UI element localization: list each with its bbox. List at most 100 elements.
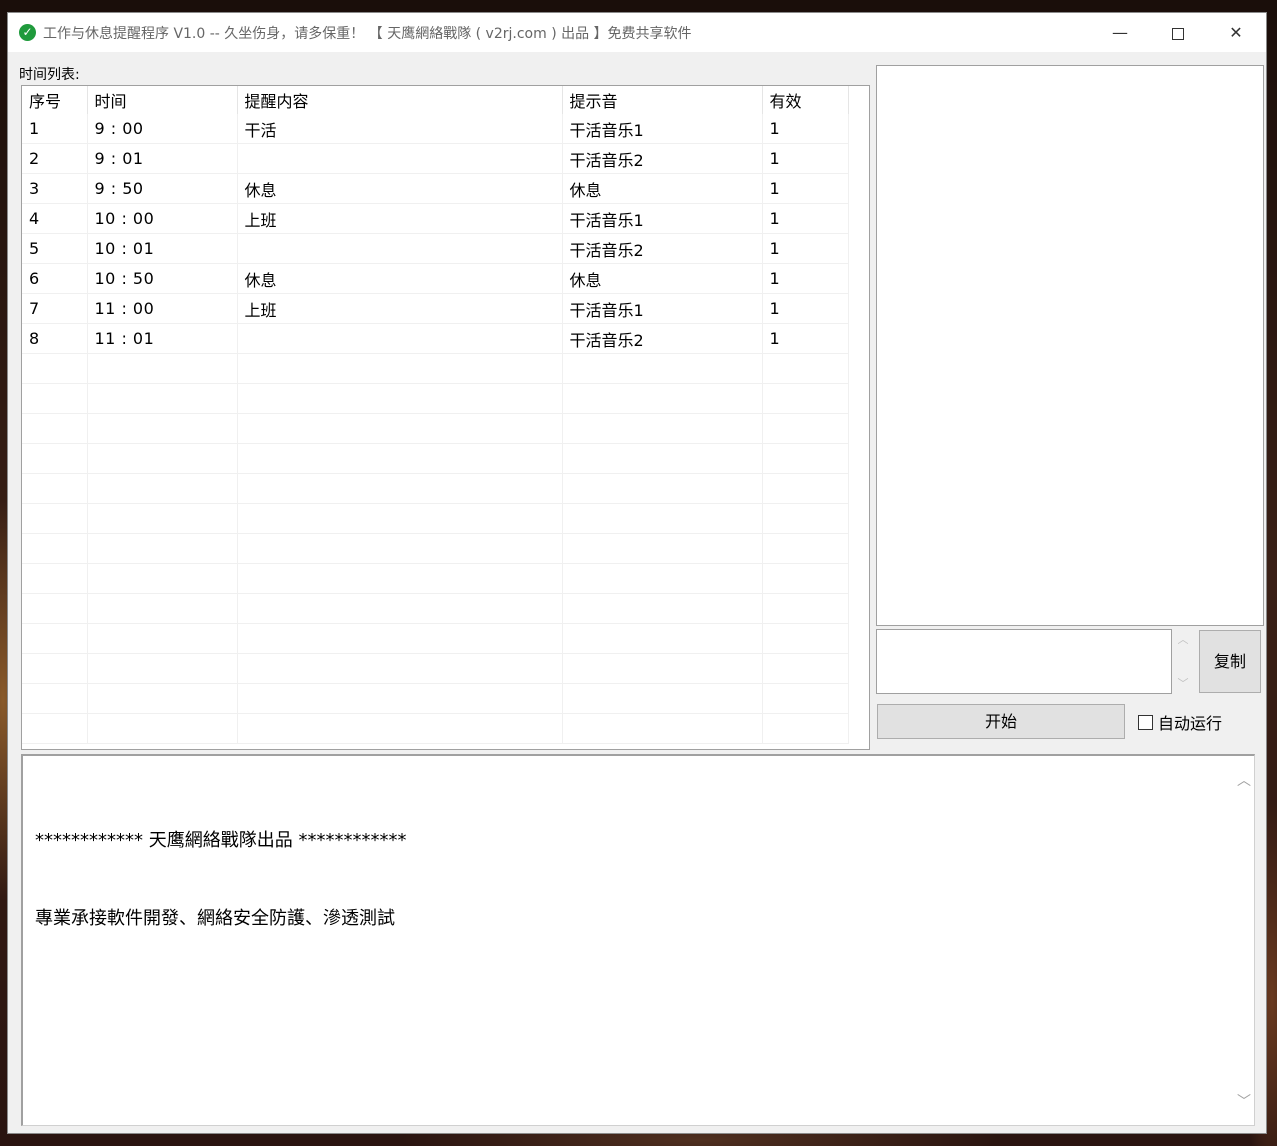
cell-content: 休息 — [237, 173, 563, 204]
cell-index — [22, 533, 88, 564]
log-text: ************ 天鹰網絡戰隊出品 ************ 專業承接軟… — [35, 776, 406, 984]
table-body: 19 : 00 干活 干活音乐1 1 2 9 : 01 干活音乐2 1 3 9 : 50 休息 休息 1… — [22, 114, 849, 744]
chevron-down-icon[interactable]: ﹀ — [1234, 1091, 1254, 1111]
window-title: 工作与休息提醒程序 V1.0 -- 久坐伤身，请多保重！ 【 天鹰網絡戰隊 ( … — [43, 26, 692, 42]
cell-index — [22, 713, 88, 744]
cell-enabled — [762, 593, 849, 624]
cell-enabled — [762, 653, 849, 684]
cell-sound — [562, 563, 763, 594]
cell-time: 9 : 50 — [87, 173, 238, 204]
table-row[interactable] — [22, 593, 849, 624]
table-row[interactable] — [22, 653, 849, 684]
column-header-time[interactable]: 时间 — [87, 86, 238, 114]
start-button[interactable]: 开始 — [877, 704, 1125, 739]
close-icon: ✕ — [1229, 23, 1243, 42]
cell-content — [237, 503, 563, 534]
cell-enabled: 1 — [762, 293, 849, 324]
cell-time — [87, 353, 238, 384]
cell-time — [87, 713, 238, 744]
chevron-up-icon[interactable]: ︿ — [1234, 770, 1254, 790]
cell-index: 7 — [22, 293, 88, 324]
cell-time — [87, 413, 238, 444]
table-row[interactable]: 6 10 : 50 休息 休息 1 — [22, 263, 849, 294]
checkbox-icon[interactable] — [1138, 715, 1153, 730]
column-header-content[interactable]: 提醒内容 — [237, 86, 563, 114]
cell-time: 11 : 01 — [87, 323, 238, 354]
maximize-icon — [1172, 27, 1184, 40]
cell-sound — [562, 413, 763, 444]
cell-enabled: 1 — [762, 233, 849, 264]
cell-enabled — [762, 533, 849, 564]
cell-sound: 干活音乐1 — [562, 293, 763, 324]
table-row[interactable] — [22, 383, 849, 414]
cell-time — [87, 503, 238, 534]
cell-sound — [562, 683, 763, 714]
cell-time: 10 : 50 — [87, 263, 238, 294]
title-bar[interactable]: ✓ 工作与休息提醒程序 V1.0 -- 久坐伤身，请多保重！ 【 天鹰網絡戰隊 … — [8, 13, 1266, 52]
cell-time: 11 : 00 — [87, 293, 238, 324]
cell-enabled: 1 — [762, 203, 849, 234]
cell-content — [237, 143, 563, 174]
table-row[interactable] — [22, 473, 849, 504]
table-row[interactable]: 39 : 50 休息 休息 1 — [22, 173, 849, 204]
chevron-down-icon[interactable]: ﹀ — [1173, 675, 1193, 691]
table-row[interactable] — [22, 413, 849, 444]
time-list-view[interactable]: 序号 时间 提醒内容 提示音 有效 19 : 00 干活 干活音乐1 1 2 9 : 01… — [21, 85, 870, 750]
table-row[interactable] — [22, 563, 849, 594]
cell-index — [22, 593, 88, 624]
table-row[interactable] — [22, 443, 849, 474]
table-row[interactable]: 29 : 01 干活音乐2 1 — [22, 143, 849, 174]
auto-run-checkbox[interactable]: 自动运行 — [1138, 710, 1222, 734]
cell-index: 1 — [22, 114, 88, 144]
log-textarea[interactable]: ************ 天鹰網絡戰隊出品 ************ 專業承接軟… — [21, 754, 1255, 1126]
cell-content: 休息 — [237, 263, 563, 294]
cell-sound: 干活音乐2 — [562, 323, 763, 354]
cell-time — [87, 533, 238, 564]
cell-content — [237, 353, 563, 384]
cell-sound: 休息 — [562, 173, 763, 204]
table-row[interactable] — [22, 713, 849, 744]
cell-time: 9 : 00 — [87, 114, 238, 144]
chevron-up-icon[interactable]: ︿ — [1173, 631, 1193, 647]
cell-index — [22, 443, 88, 474]
table-row[interactable]: 7 11 : 00 上班 干活音乐1 1 — [22, 293, 849, 324]
cell-content — [237, 473, 563, 504]
cell-time — [87, 683, 238, 714]
table-row[interactable] — [22, 683, 849, 714]
cell-enabled — [762, 713, 849, 744]
cell-index — [22, 623, 88, 654]
copy-button[interactable]: 复制 — [1199, 630, 1261, 693]
cell-time — [87, 563, 238, 594]
minimize-icon: — — [1112, 23, 1128, 42]
table-row[interactable] — [22, 533, 849, 564]
table-row[interactable]: 4 10 : 00 上班 干活音乐1 1 — [22, 203, 849, 234]
cell-content — [237, 593, 563, 624]
cell-sound — [562, 713, 763, 744]
output-scrollbar[interactable]: ︿ ﹀ — [1173, 629, 1193, 694]
table-row[interactable] — [22, 623, 849, 654]
column-header-index[interactable]: 序号 — [22, 86, 88, 114]
minimize-button[interactable]: — — [1091, 13, 1149, 52]
cell-enabled: 1 — [762, 263, 849, 294]
column-header-sound[interactable]: 提示音 — [562, 86, 763, 114]
cell-content — [237, 683, 563, 714]
close-button[interactable]: ✕ — [1207, 13, 1265, 52]
output-textbox[interactable] — [876, 629, 1172, 694]
column-header-enabled[interactable]: 有效 — [762, 86, 849, 114]
cell-index — [22, 413, 88, 444]
table-row[interactable]: 19 : 00 干活 干活音乐1 1 — [22, 114, 849, 144]
cell-index — [22, 353, 88, 384]
table-header-row: 序号 时间 提醒内容 提示音 有效 — [22, 86, 849, 114]
cell-time: 9 : 01 — [87, 143, 238, 174]
cell-index — [22, 503, 88, 534]
table-row[interactable]: 5 10 : 01 干活音乐2 1 — [22, 233, 849, 264]
table-row[interactable] — [22, 503, 849, 534]
cell-index: 3 — [22, 173, 88, 204]
table-row[interactable]: 8 11 : 01 干活音乐2 1 — [22, 323, 849, 354]
maximize-button[interactable] — [1149, 13, 1207, 52]
table-row[interactable] — [22, 353, 849, 384]
cell-sound — [562, 353, 763, 384]
cell-enabled: 1 — [762, 323, 849, 354]
log-scrollbar[interactable]: ︿ ﹀ — [1234, 756, 1254, 1125]
cell-sound — [562, 593, 763, 624]
